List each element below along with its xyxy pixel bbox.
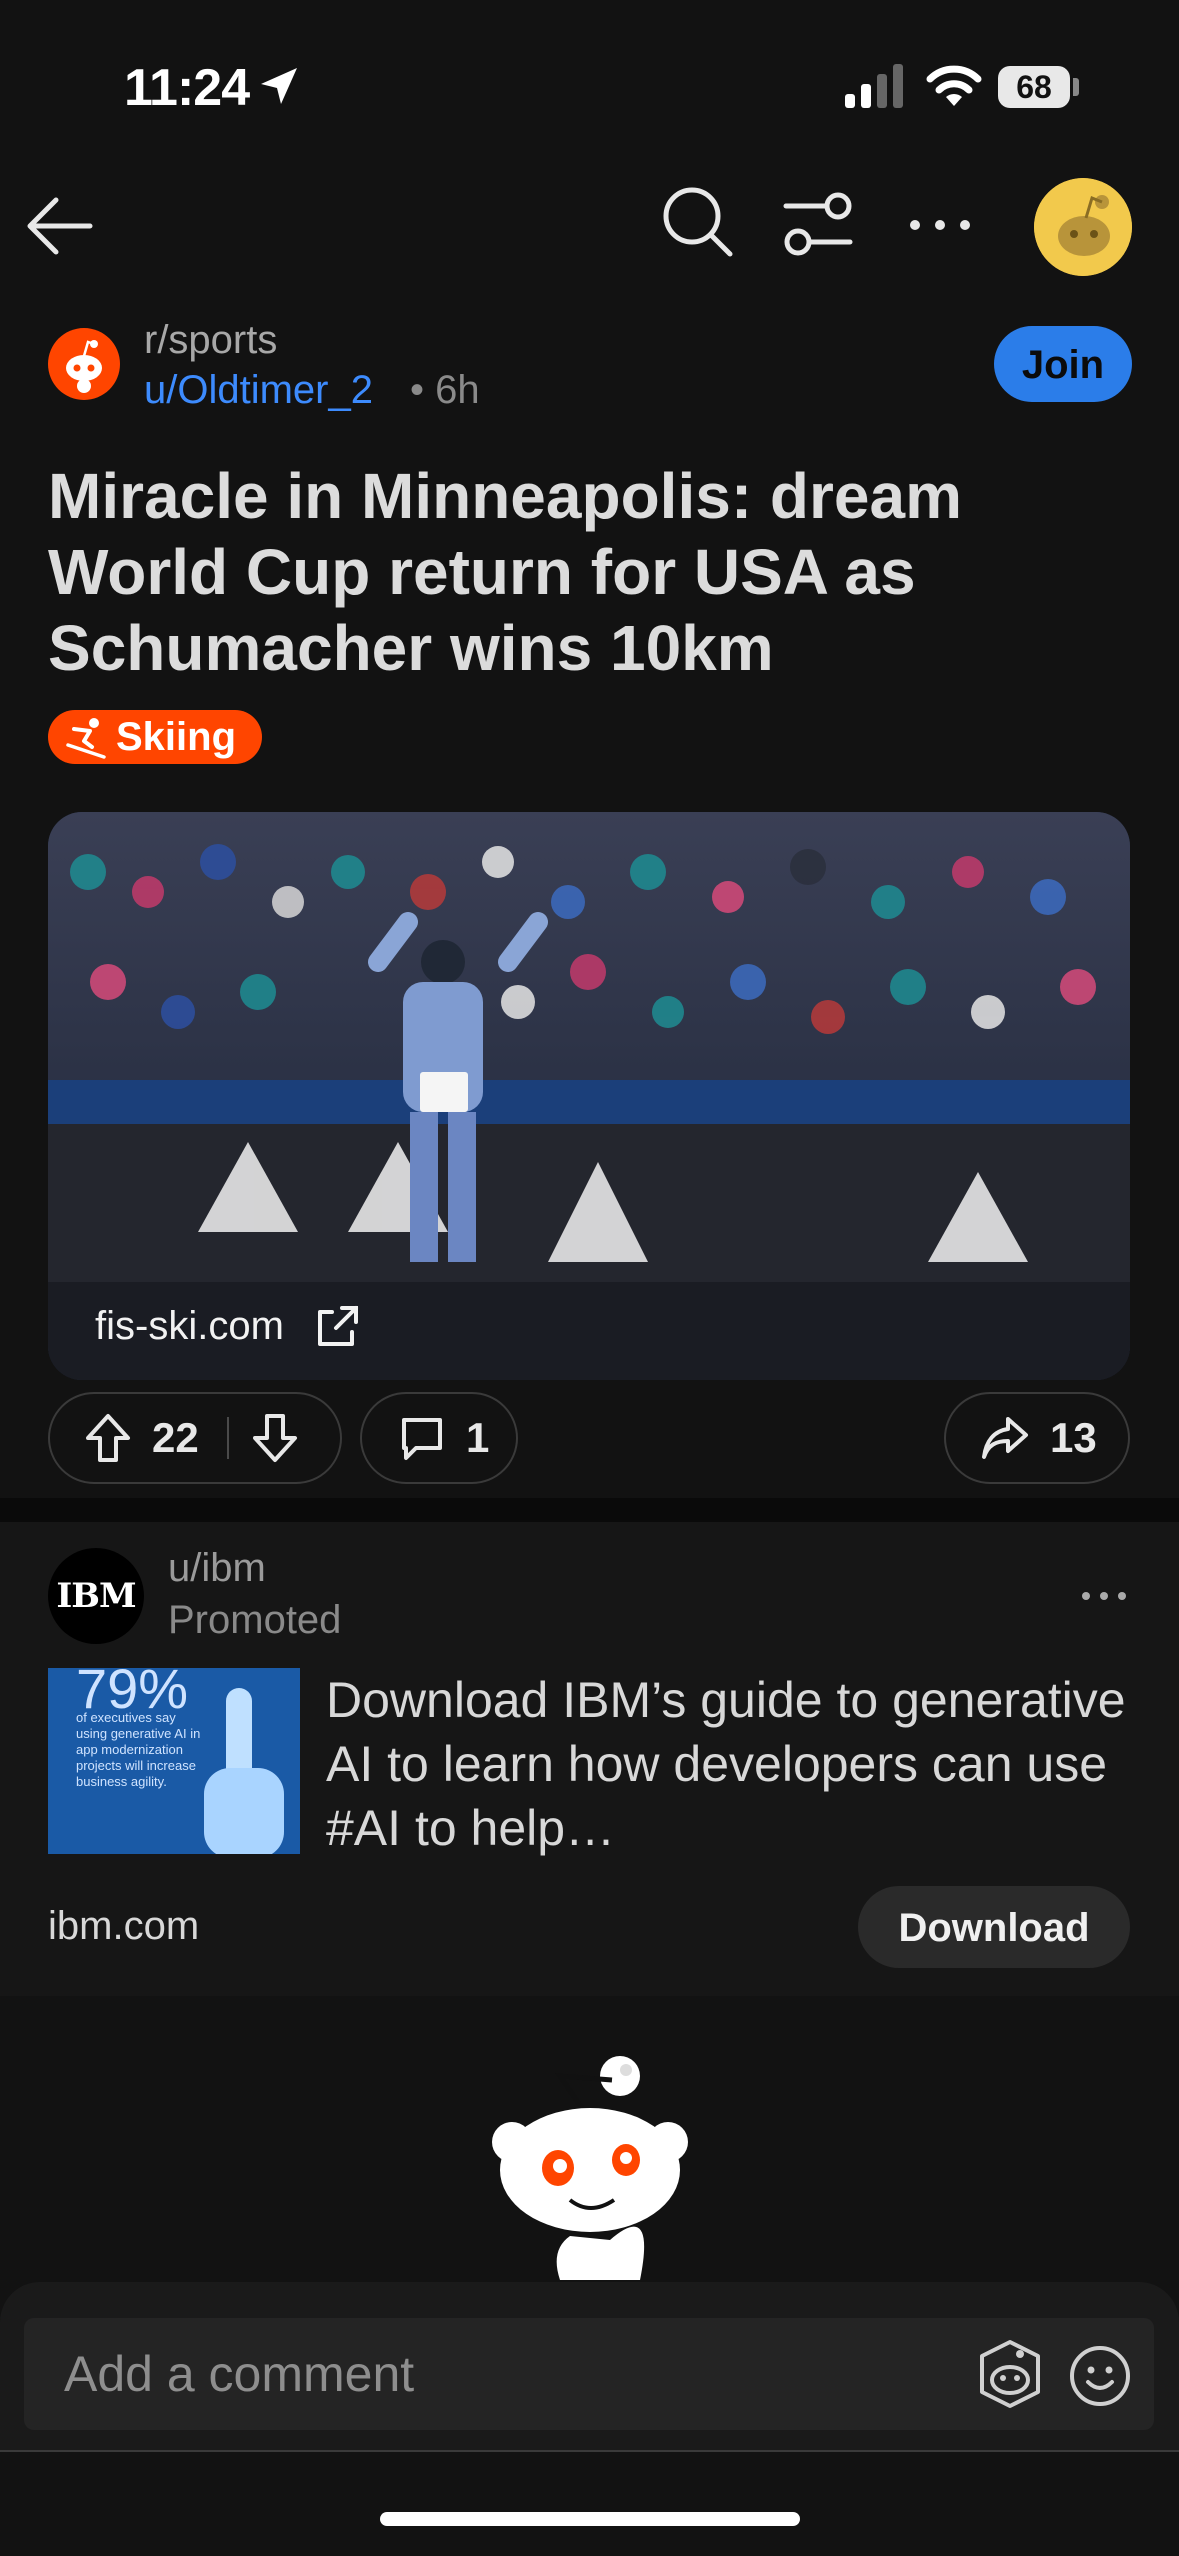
ad-headline[interactable]: Download IBM’s guide to generative AI to… [326,1668,1126,1860]
snoo-avatar-icon [1034,178,1132,276]
comments-button[interactable]: 1 [360,1392,518,1484]
ibm-logo[interactable]: IBM [48,1548,144,1644]
bottom-divider [0,2450,1179,2452]
emoji-icon[interactable] [1068,2344,1132,2408]
share-count: 13 [1050,1414,1097,1461]
comment-bubble-icon [402,1418,442,1460]
section-divider [0,1498,1179,1522]
snoovatar-sticker-icon[interactable] [972,2336,1048,2412]
ad-thumb-caption: of executives say using generative AI in… [76,1710,201,1789]
vote-divider [226,1417,229,1459]
ad-thumbnail[interactable]: 79% of executives say using generative A… [48,1668,300,1854]
post-title: Miracle in Minneapolis: dream World Cup … [48,460,962,684]
download-button[interactable]: Download [858,1886,1130,1968]
subreddit-icon[interactable] [48,328,120,400]
ski-race-photo [48,812,1130,1380]
battery-indicator: 68 [998,66,1070,108]
sort-filter-icon[interactable] [782,190,854,258]
reddit-snoo-icon [66,340,102,393]
cellular-signal-icon [845,64,903,108]
ad-more-options-icon[interactable] [1078,1570,1130,1622]
ad-username[interactable]: u/ibm [168,1546,266,1591]
flair-label: Skiing [116,714,237,759]
post-author[interactable]: u/Oldtimer_2 [144,368,373,413]
join-button[interactable]: Join [994,326,1132,402]
post-image[interactable] [48,812,1130,1380]
location-arrow-icon [261,68,297,104]
search-icon[interactable] [660,184,736,260]
downvote-icon[interactable] [251,1412,299,1464]
back-arrow-icon[interactable] [22,190,94,262]
subreddit-name[interactable]: r/sports [144,318,277,363]
home-indicator[interactable] [380,2512,800,2526]
ad-domain[interactable]: ibm.com [48,1904,199,1949]
share-button[interactable]: 13 [944,1392,1130,1484]
battery-tip [1073,78,1079,96]
link-domain[interactable]: fis-ski.com [95,1304,284,1349]
comment-count: 1 [466,1414,490,1461]
external-link-icon[interactable] [312,1302,362,1352]
pointing-hand-icon [204,1688,284,1854]
post-age: • 6h [410,368,480,412]
share-arrow-icon [982,1417,1028,1459]
vote-control: 22 [48,1392,342,1484]
vote-count: 22 [152,1414,199,1461]
upvote-icon[interactable] [84,1412,132,1464]
promoted-label: Promoted [168,1598,342,1642]
post-flair[interactable]: Skiing [48,710,263,764]
wifi-icon [926,65,982,106]
user-avatar[interactable] [1034,178,1132,276]
more-options-icon[interactable] [905,195,975,255]
skier-icon [66,718,106,759]
snoo-mascot-icon [492,2056,688,2280]
status-time: 11:24 [124,59,250,117]
